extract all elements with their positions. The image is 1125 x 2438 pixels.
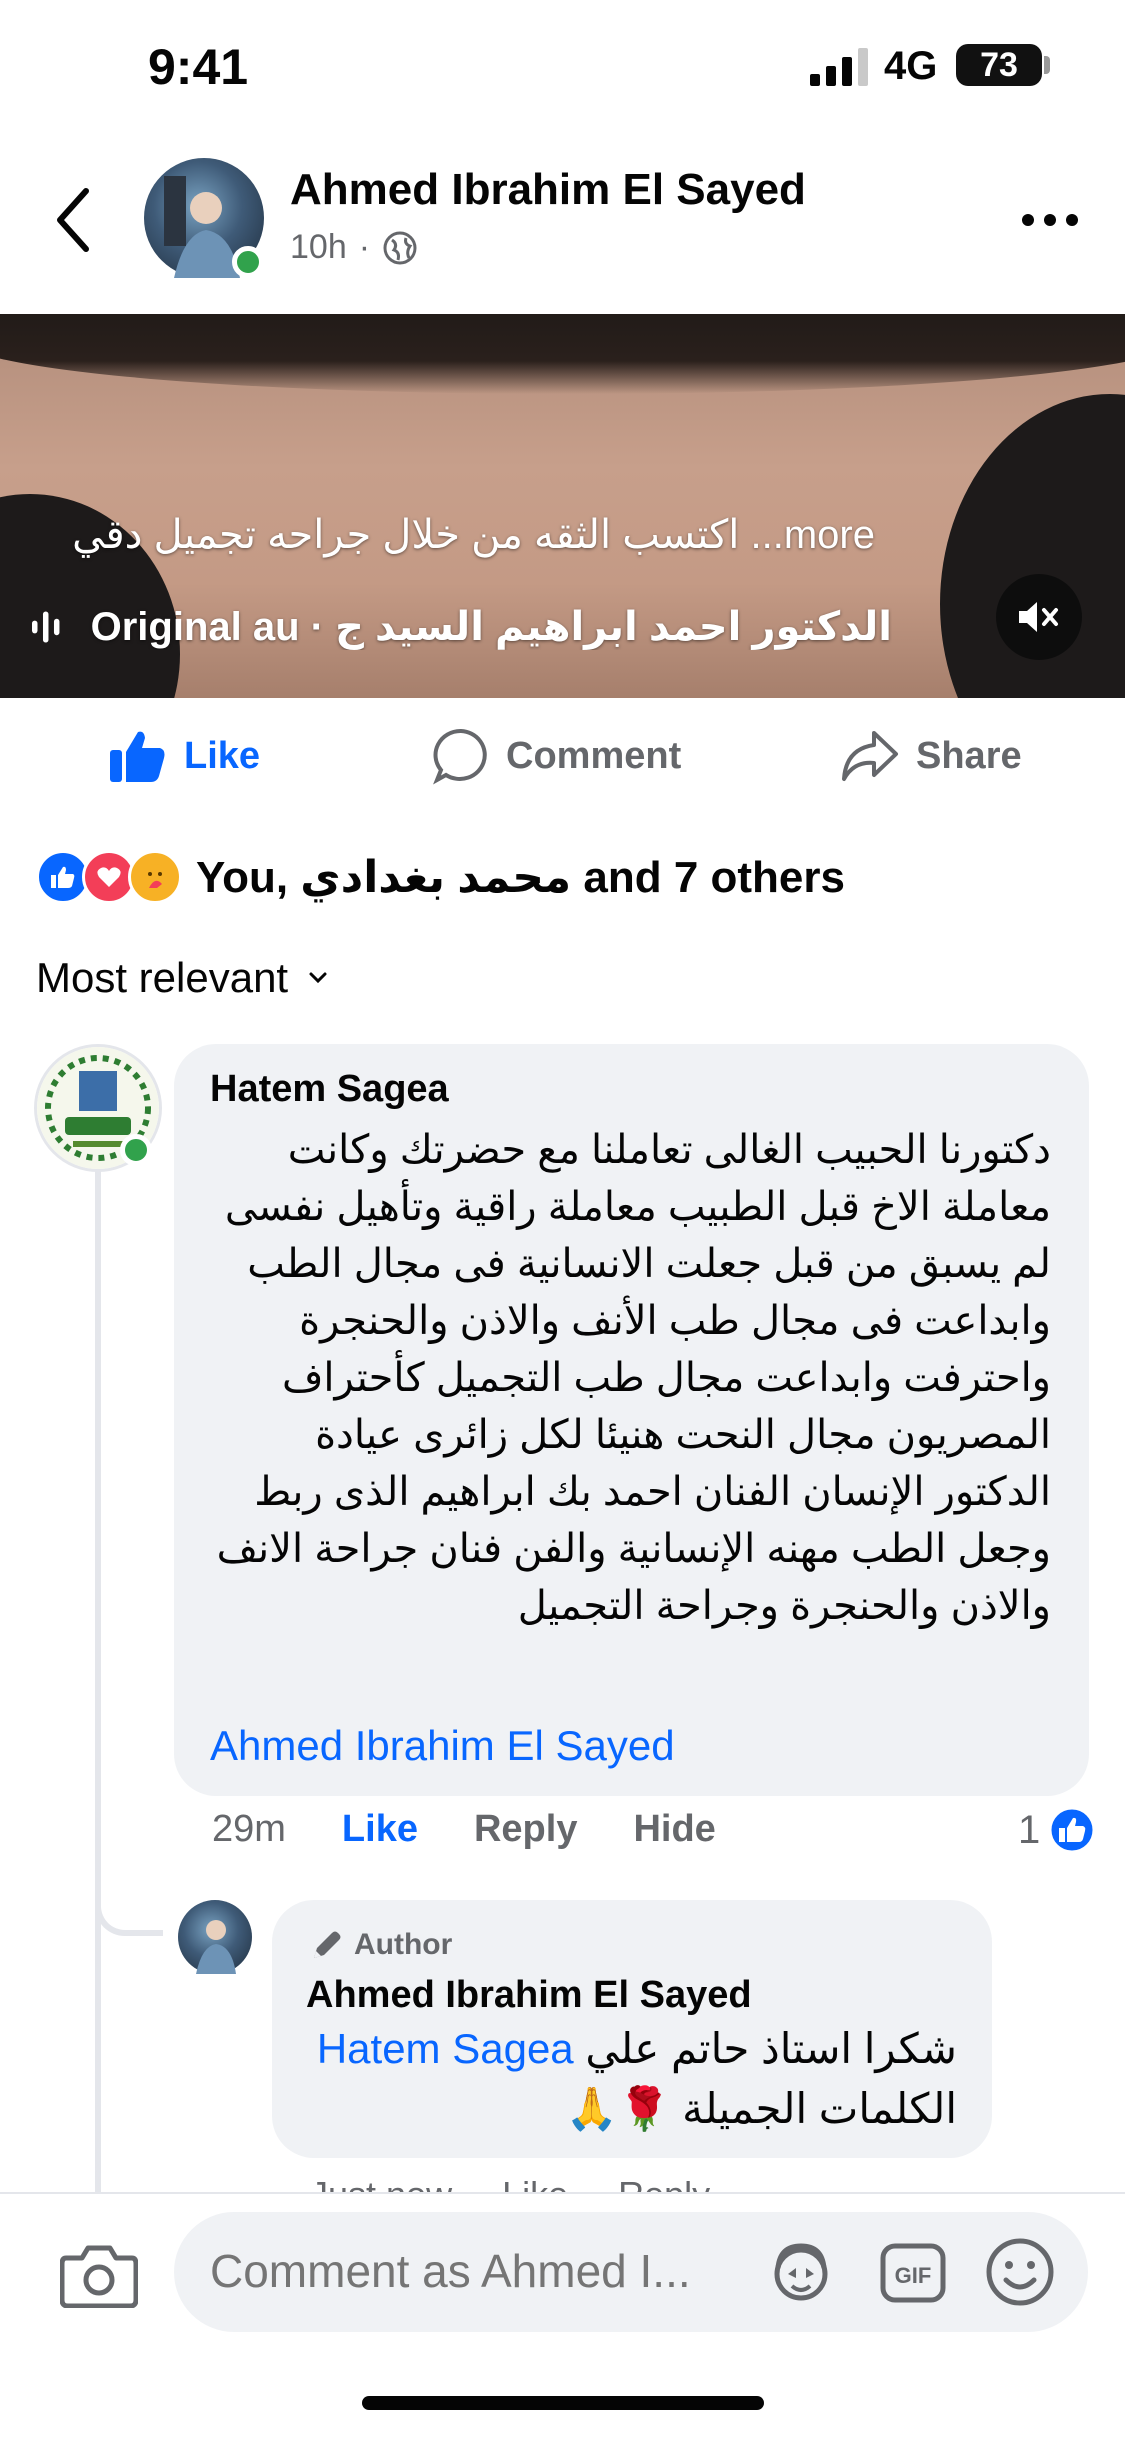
- comment-hide-button[interactable]: Hide: [633, 1808, 715, 1851]
- reply-avatar-photo: [196, 1920, 236, 1974]
- comment-icon: [433, 728, 487, 785]
- mute-icon: [1019, 602, 1058, 632]
- comment-reaction-count[interactable]: 1: [1018, 1806, 1096, 1854]
- sort-label: Most relevant: [36, 954, 289, 1001]
- audio-wave-icon: [32, 611, 60, 643]
- comment-reply-button[interactable]: Reply: [474, 1808, 577, 1851]
- battery-indicator: 73: [956, 44, 1042, 86]
- network-type: 4G: [884, 44, 938, 88]
- comment-mention-tag[interactable]: Ahmed Ibrahim El Sayed: [210, 1722, 675, 1770]
- camera-icon[interactable]: [60, 2240, 138, 2308]
- comment-reaction-number: 1: [1018, 1807, 1041, 1852]
- post-time[interactable]: 10h: [290, 228, 347, 267]
- avatar-sticker-icon[interactable]: [766, 2238, 836, 2308]
- media-audio-label[interactable]: الدكتور احمد ابراهيم السيد ج · Original …: [32, 604, 892, 650]
- comment-actions: 29m Like Reply Hide: [212, 1808, 716, 1851]
- thread-connector: [95, 1880, 163, 1936]
- author-badge-label: Author: [354, 1928, 453, 1961]
- comment-text: دكتورنا الحبيب الغالى تعاملنا مع حضرتك و…: [216, 1128, 1051, 1628]
- comment-button[interactable]: Comment: [432, 726, 681, 786]
- care-reaction-icon: [128, 850, 182, 904]
- mute-button[interactable]: [996, 574, 1082, 660]
- author-badge: Author: [310, 1928, 452, 1962]
- status-time: 9:41: [148, 39, 249, 95]
- comment-input[interactable]: [210, 2244, 730, 2298]
- comment-label: Comment: [506, 734, 682, 777]
- reply-text-line2: الكلمات الجميلة 🌹🙏: [565, 2085, 957, 2132]
- like-reaction-icon: [1048, 1806, 1096, 1854]
- reply-author-name[interactable]: Ahmed Ibrahim El Sayed: [306, 1974, 752, 2017]
- reply-text-before: شكرا استاذ حاتم علي: [585, 2025, 957, 2072]
- comment-like-button[interactable]: Like: [342, 1808, 418, 1851]
- back-arrow-icon[interactable]: [52, 185, 92, 255]
- online-indicator: [232, 246, 264, 278]
- emoji-icon[interactable]: [984, 2236, 1056, 2308]
- globe-icon: [383, 231, 417, 264]
- like-button[interactable]: Like: [108, 726, 260, 786]
- reply-text-line1: شكرا استاذ حاتم علي Hatem Sagea: [317, 2024, 957, 2073]
- post-meta: 10h ·: [290, 228, 418, 267]
- reply-mention[interactable]: Hatem Sagea: [317, 2025, 574, 2072]
- author-name[interactable]: Ahmed Ibrahim El Sayed: [290, 165, 806, 215]
- media-hair-shape: [0, 314, 1125, 394]
- thread-line: [95, 1170, 101, 2210]
- meta-separator: ·: [358, 228, 371, 266]
- reactions-summary[interactable]: You, محمد بغدادي and 7 others: [36, 850, 845, 904]
- sort-dropdown[interactable]: Most relevant: [36, 954, 328, 1002]
- gif-icon[interactable]: GIF: [878, 2238, 948, 2308]
- comment-time: 29m: [212, 1808, 286, 1850]
- commenter-online-indicator: [120, 1134, 152, 1166]
- battery-nub: [1044, 56, 1050, 74]
- svg-text:GIF: GIF: [895, 2263, 932, 2288]
- share-icon: [842, 731, 898, 781]
- pen-icon: [314, 1931, 341, 1958]
- reactions-text: You, محمد بغدادي and 7 others: [196, 852, 845, 902]
- share-label: Share: [916, 734, 1022, 777]
- signal-icon: [810, 48, 868, 86]
- reply-author-avatar[interactable]: [178, 1900, 252, 1974]
- chevron-down-icon: [309, 972, 327, 984]
- like-icon: [110, 731, 165, 782]
- like-label: Like: [184, 734, 261, 777]
- audio-text: الدكتور احمد ابراهيم السيد ج · Original …: [90, 605, 892, 649]
- media-caption[interactable]: اكتسب الثقه من خلال جراحه تجميل دقي ...m…: [72, 512, 875, 558]
- more-dots-icon[interactable]: [1020, 200, 1080, 240]
- home-indicator[interactable]: [362, 2396, 764, 2410]
- share-button[interactable]: Share: [840, 726, 1022, 786]
- commenter-name[interactable]: Hatem Sagea: [210, 1068, 449, 1111]
